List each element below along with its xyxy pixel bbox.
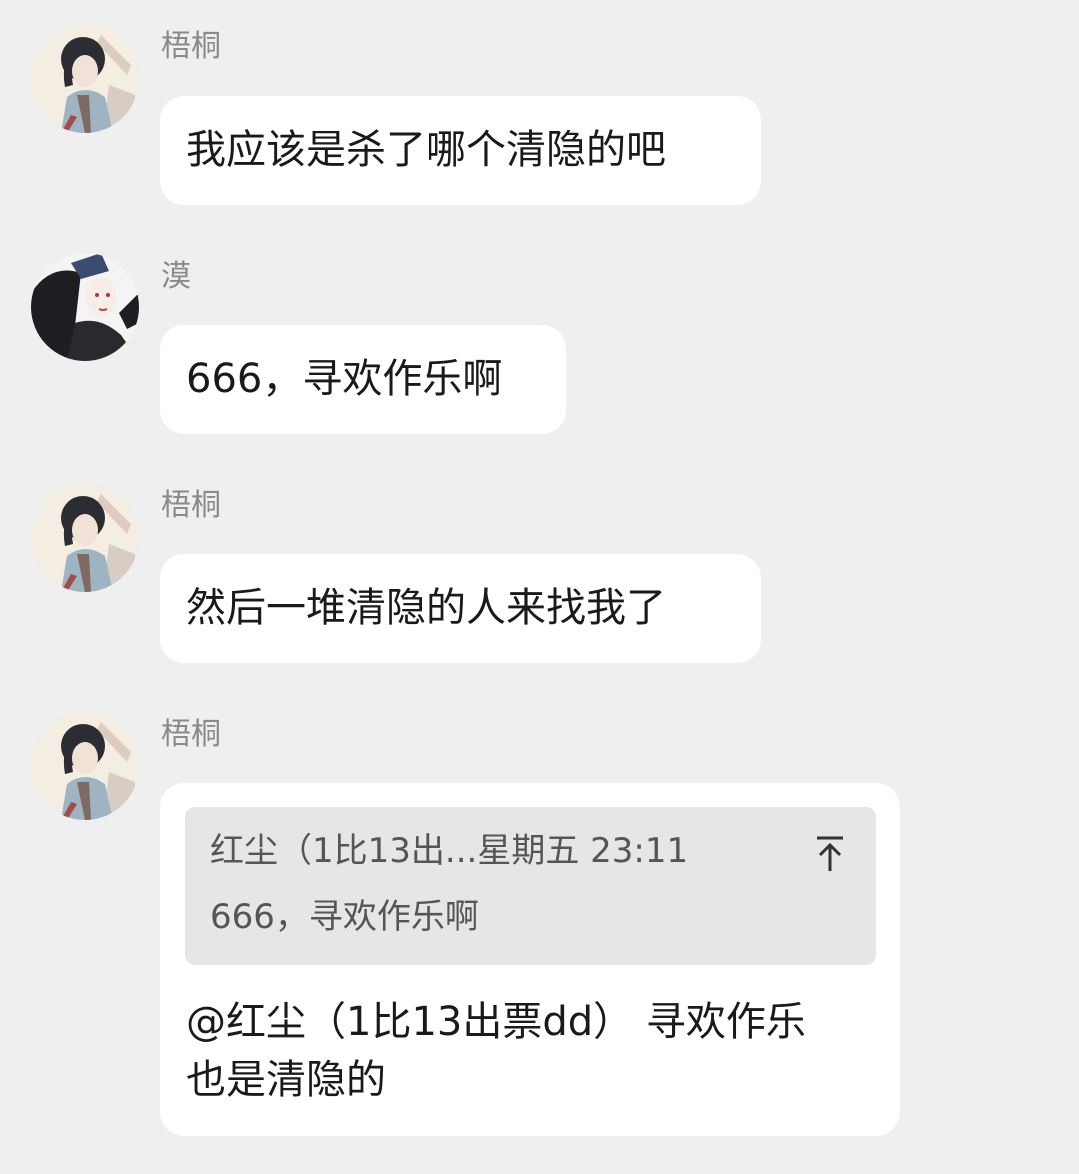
- message-text-line: @红尘（1比13出票dd） 寻欢作乐: [186, 999, 806, 1045]
- wutong-avatar-icon[interactable]: [31, 712, 139, 820]
- sender-name: 梧桐: [161, 717, 221, 752]
- quoted-message-header: 红尘（1比13出...星期五 23:11: [210, 831, 689, 871]
- message-text-line: 也是清隐的: [186, 1057, 386, 1103]
- chat-message: 梧桐 红尘（1比13出...星期五 23:11 666，寻欢作乐啊 @红尘（1比…: [0, 0, 1079, 1174]
- quoted-message-text: 666，寻欢作乐啊: [210, 897, 479, 937]
- jump-to-original-icon[interactable]: [815, 835, 845, 873]
- quoted-message[interactable]: 红尘（1比13出...星期五 23:11 666，寻欢作乐啊: [185, 807, 876, 965]
- reply-message-bubble[interactable]: 红尘（1比13出...星期五 23:11 666，寻欢作乐啊 @红尘（1比13出…: [160, 783, 900, 1136]
- message-text: @红尘（1比13出票dd） 寻欢作乐 也是清隐的: [186, 993, 806, 1109]
